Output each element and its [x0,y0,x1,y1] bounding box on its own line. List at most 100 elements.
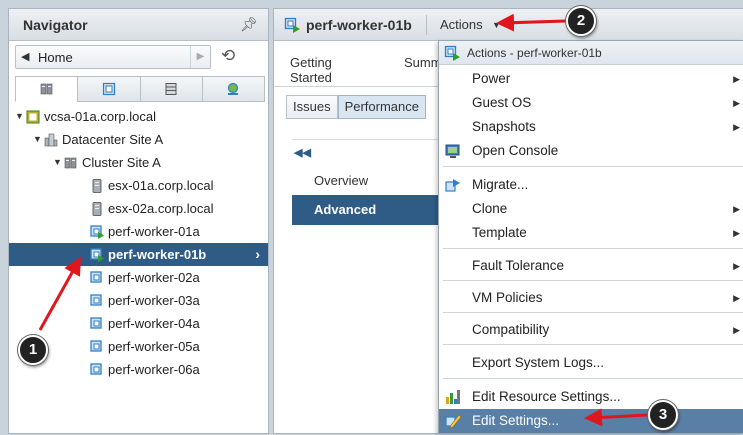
inventory-tree: ▼ vcsa-01a.corp.local ▼ Datacenter Site A ▼ C… [9,105,268,381]
menu-item-label: Clone [472,201,508,216]
menu-item-migrate[interactable]: Migrate... [439,173,743,197]
menu-item-snapshots[interactable]: Snapshots ▶ [439,115,743,139]
navigator-title: Navigator [23,17,88,33]
tree-item[interactable]: perf-worker-04a [9,312,268,335]
home-button[interactable]: ◀ Home ▶ [15,45,211,69]
menu-item-power[interactable]: Power ▶ [439,67,743,91]
vms-templates-icon [102,82,115,96]
chevron-down-icon[interactable]: ▼ [492,20,501,30]
storage-icon [165,83,177,95]
menu-item-vm-policies[interactable]: VM Policies ▶ [439,286,743,310]
tree-item-label: Cluster Site A [82,155,161,170]
datacenter-icon [44,133,58,147]
navigator-header: Navigator 📌︎ [9,9,268,41]
annotation-badge-1: 1 [18,335,48,365]
host-icon [92,179,102,193]
menu-item-edit-settings[interactable]: Edit Settings... [439,409,743,433]
tree-item-label: perf-worker-01a [108,224,200,239]
tree-item-label: perf-worker-06a [108,362,200,377]
history-icon[interactable]: ⟲ [221,46,235,66]
tree-item-label: perf-worker-05a [108,339,200,354]
menu-item-open-console[interactable]: Open Console [439,139,743,163]
menu-item-compatibility[interactable]: Compatibility ▶ [439,318,743,342]
tree-item[interactable]: ▼ vcsa-01a.corp.local [9,105,268,128]
submenu-arrow-icon: ▶ [733,122,740,132]
tree-item[interactable]: esx-02a.corp.local [9,197,268,220]
menu-item-label: Open Console [472,143,559,158]
menu-item-label: Edit Settings... [472,413,560,428]
tree-item[interactable]: perf-worker-02a [9,266,268,289]
vcenter-icon [26,110,40,124]
menu-item-label: Compatibility [472,322,550,337]
tree-item[interactable]: esx-01a.corp.local [9,174,268,197]
issues-button[interactable]: Issues [286,95,338,119]
tree-item-label: perf-worker-03a [108,293,200,308]
vm-on-icon [90,248,104,262]
chevron-right-icon[interactable]: › [255,243,260,266]
pin-icon[interactable]: 📌︎ [240,16,258,33]
tab-networking[interactable] [201,76,265,102]
menu-separator [443,312,743,313]
edit-settings-icon [445,414,461,429]
content-header: perf-worker-01b Actions ▼ [274,9,743,41]
vm-power-on-icon [444,45,460,61]
tab-storage[interactable] [139,76,202,102]
side-item-overview[interactable]: Overview [292,166,442,196]
tree-item[interactable]: perf-worker-06a [9,358,268,381]
menu-item-label: Export System Logs... [472,355,605,370]
tree-item[interactable]: perf-worker-05a [9,335,268,358]
menu-item-label: Edit Resource Settings... [472,389,621,404]
vm-power-on-icon [284,17,300,33]
back-arrow-icon[interactable]: ◀ [21,50,29,63]
tab-vms-templates[interactable] [77,76,140,102]
menu-item-edit-resource-settings[interactable]: Edit Resource Settings... [439,385,743,409]
expand-toggle-icon[interactable]: ▼ [53,151,62,174]
expand-toggle-icon[interactable]: ▼ [15,105,24,128]
performance-button[interactable]: Performance [337,95,426,119]
forward-arrow-icon[interactable]: ▶ [190,46,210,68]
tab-getting-started[interactable]: Getting Started [290,55,332,85]
tree-item-label: perf-worker-04a [108,316,200,331]
tab-summary[interactable]: Summ [404,55,442,70]
menu-separator [443,166,743,167]
expand-toggle-icon[interactable]: ▼ [33,128,42,151]
vm-icon [90,340,102,352]
menu-item-export-system-logs[interactable]: Export System Logs... [439,351,743,375]
vm-on-icon [90,225,104,239]
menu-item-label: Snapshots [472,119,536,134]
hosts-clusters-icon [40,83,52,95]
menu-item-clone[interactable]: Clone ▶ [439,197,743,221]
actions-menu-header: Actions - perf-worker-01b [439,41,743,65]
console-icon [445,144,460,158]
menu-separator [443,280,743,281]
actions-menu-title: Actions - perf-worker-01b [467,46,602,60]
tree-item[interactable]: ▼ Cluster Site A [9,151,268,174]
tree-item-label: esx-01a.corp.local [108,178,214,193]
submenu-arrow-icon: ▶ [733,261,740,271]
side-item-advanced[interactable]: Advanced [292,195,442,225]
menu-item-fault-tolerance[interactable]: Fault Tolerance ▶ [439,254,743,278]
tree-item[interactable]: perf-worker-01b › [9,243,268,266]
navigator-tabs [15,76,265,104]
tab-hosts-clusters[interactable] [15,76,78,102]
tree-item[interactable]: perf-worker-03a [9,289,268,312]
tree-item[interactable]: ▼ Datacenter Site A [9,128,268,151]
tree-item-label: Datacenter Site A [62,132,164,147]
tree-item[interactable]: perf-worker-01a [9,220,268,243]
menu-item-guest-os[interactable]: Guest OS ▶ [439,91,743,115]
submenu-arrow-icon: ▶ [733,228,740,238]
tree-item-label: esx-02a.corp.local [108,201,214,216]
submenu-arrow-icon: ▶ [733,325,740,335]
menu-item-label: Guest OS [472,95,532,110]
menu-item-label: Migrate... [472,177,529,192]
header-divider [426,15,427,35]
actions-button[interactable]: Actions [440,17,483,32]
menu-item-template[interactable]: Template ▶ [439,221,743,245]
menu-separator [443,378,743,379]
annotation-badge-2: 2 [566,6,596,36]
menu-item-label: Power [472,71,511,86]
collapse-icon[interactable]: ◀◀ [294,146,311,159]
resource-settings-icon [446,390,460,404]
cluster-icon [64,157,77,169]
host-icon [92,202,102,216]
